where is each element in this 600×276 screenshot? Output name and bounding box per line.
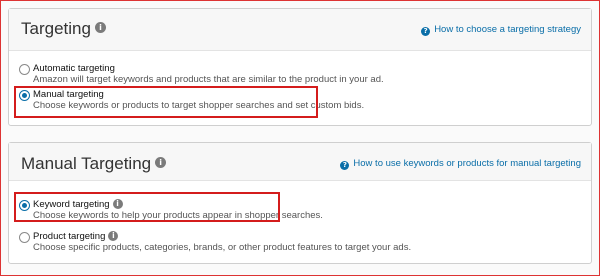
product-targeting-radio[interactable] bbox=[19, 232, 30, 243]
targeting-header: Targeting i ? How to choose a targeting st… bbox=[9, 9, 591, 51]
manual-targeting-help-link[interactable]: ? How to use keywords or products for man… bbox=[340, 158, 581, 170]
targeting-strategy-help-link[interactable]: ? How to choose a targeting strategy bbox=[421, 24, 581, 36]
help-icon: ? bbox=[340, 161, 350, 170]
targeting-title: Targeting i bbox=[21, 19, 106, 39]
option-description: Amazon will target keywords and products… bbox=[33, 74, 384, 85]
manual-targeting-highlight-box bbox=[14, 86, 318, 118]
automatic-targeting-radio[interactable] bbox=[19, 64, 30, 75]
keyword-targeting-highlight-box bbox=[14, 192, 280, 222]
info-icon[interactable]: i bbox=[94, 22, 106, 34]
option-label: Automatic targeting bbox=[33, 63, 115, 74]
option-description: Choose specific products, categories, br… bbox=[33, 242, 412, 253]
info-icon[interactable]: i bbox=[155, 157, 167, 169]
manual-targeting-title: Manual Targeting i bbox=[21, 154, 167, 174]
manual-targeting-header: Manual Targeting i ? How to use keywords o… bbox=[9, 143, 591, 181]
option-label: Product targeting i bbox=[33, 231, 119, 242]
help-icon: ? bbox=[421, 27, 431, 36]
info-icon[interactable]: i bbox=[108, 231, 119, 242]
